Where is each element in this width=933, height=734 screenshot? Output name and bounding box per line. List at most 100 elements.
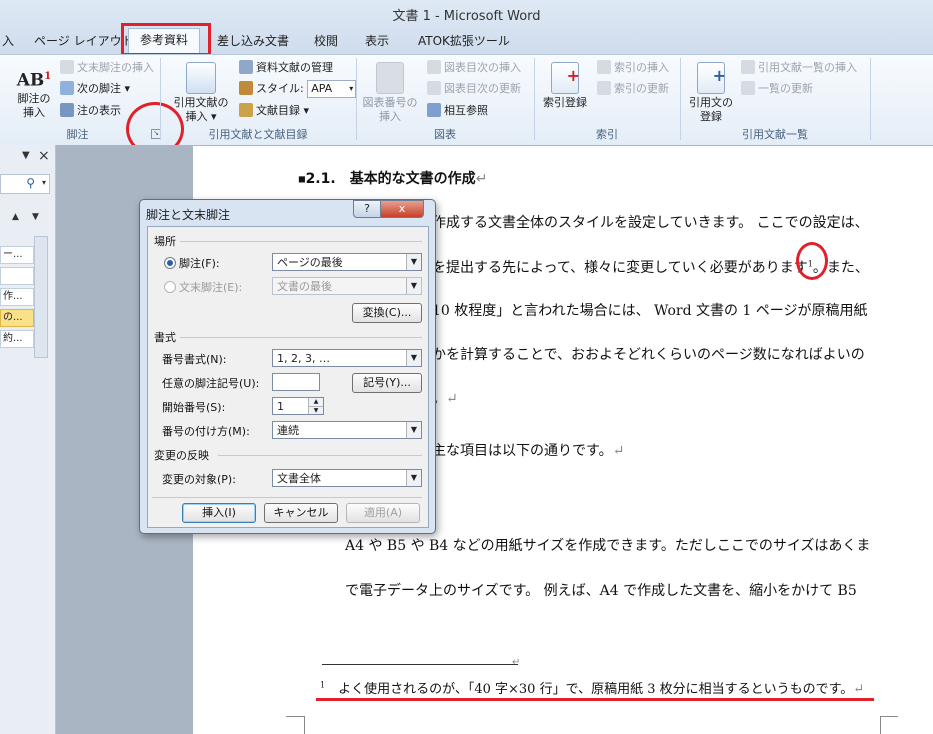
start-at-stepper[interactable]: 1 ▲ ▼	[272, 397, 324, 415]
section-heading[interactable]: ■2.1. 基本的な文書の作成↵	[298, 168, 487, 188]
custom-mark-input[interactable]	[272, 373, 320, 391]
next-footnote-icon	[60, 81, 74, 95]
table-of-authorities-icon	[741, 60, 755, 74]
section-divider	[152, 497, 422, 498]
captions-group-label: 図表	[434, 128, 456, 141]
nav-up-arrow-icon[interactable]: ▲	[12, 212, 19, 222]
section-divider	[218, 455, 422, 456]
nav-heading-item[interactable]: 作...	[0, 288, 34, 306]
manage-sources-button[interactable]: 資料文献の管理	[239, 58, 333, 78]
footnote-text[interactable]: 1 よく使用されるのが、「40 字×30 行」で、原稿用紙 3 枚分に相当すると…	[320, 678, 864, 697]
tab-view[interactable]: 表示	[355, 30, 399, 54]
footnote-ref-highlight-circle	[796, 242, 828, 280]
symbol-button[interactable]: 記号(Y)...	[352, 373, 422, 393]
apply-changes-section-label: 変更の反映	[154, 449, 209, 462]
update-table-of-authorities-button[interactable]: 一覧の更新	[741, 79, 813, 99]
bibliography-button[interactable]: 文献目録 ▾	[239, 101, 309, 121]
chevron-down-icon: ▾	[41, 178, 46, 187]
nav-down-arrow-icon[interactable]: ▼	[32, 212, 39, 222]
tab-mailings[interactable]: 差し込み文書	[207, 30, 299, 54]
dialog-body: 場所 脚注(F): ページの最後 ▼ 文末脚注(E): 文書の最後 ▼ 変換(C).…	[147, 226, 429, 528]
tab-highlight-box	[121, 23, 211, 56]
insert-table-of-figures-button[interactable]: 図表目次の挿入	[427, 58, 521, 78]
help-button[interactable]: ?	[353, 200, 381, 218]
insert-footnote-button[interactable]: AB1 脚注の 挿入	[12, 62, 56, 120]
close-button[interactable]: x	[380, 200, 424, 218]
footnote-location-select[interactable]: ページの最後 ▼	[272, 253, 422, 271]
apply-button[interactable]: 適用(A)	[346, 503, 420, 523]
chevron-down-icon: ▼	[406, 350, 421, 366]
number-format-label: 番号書式(N):	[162, 353, 227, 366]
insert-index-button[interactable]: 索引の挿入	[597, 58, 669, 78]
endnote-radio[interactable]	[164, 281, 176, 293]
chevron-down-icon[interactable]: ▼	[22, 150, 30, 161]
nav-search-input[interactable]: ⚲ ▾	[0, 174, 50, 194]
endnote-label: 文末脚注(E):	[179, 281, 243, 294]
tab-review[interactable]: 校閲	[304, 30, 348, 54]
show-notes-icon	[60, 103, 74, 117]
insert-table-of-authorities-button[interactable]: 引用文献一覧の挿入	[741, 58, 857, 78]
update-index-icon	[597, 81, 611, 95]
stepper-up-icon[interactable]: ▲	[308, 398, 323, 406]
show-notes-button[interactable]: 注の表示	[60, 101, 121, 121]
dialog-title: 脚注と文末脚注	[146, 208, 231, 222]
close-icon[interactable]: ×	[38, 148, 50, 164]
citation-style-select[interactable]: APA ▾	[307, 80, 357, 98]
chevron-down-icon: ▼	[406, 254, 421, 270]
endnote-icon	[60, 60, 74, 74]
nav-heading-item[interactable]: ー...	[0, 246, 34, 264]
nav-scrollbar[interactable]	[34, 236, 48, 358]
cross-reference-button[interactable]: 相互参照	[427, 101, 488, 121]
update-table-of-figures-button[interactable]: 図表目次の更新	[427, 79, 521, 99]
chevron-down-icon: ▾	[349, 84, 354, 93]
stepper-down-icon[interactable]: ▼	[308, 406, 323, 414]
caption-icon	[376, 62, 404, 94]
update-index-button[interactable]: 索引の更新	[597, 79, 669, 99]
next-footnote-button[interactable]: 次の脚注 ▾	[60, 79, 130, 99]
mark-citation-icon: +	[697, 62, 726, 94]
nav-heading-item[interactable]	[0, 267, 34, 285]
apply-to-label: 変更の対象(P):	[162, 473, 236, 486]
citation-style-row: スタイル: APA ▾	[239, 79, 357, 99]
location-section-label: 場所	[154, 235, 176, 248]
body-line-1[interactable]: 作成する文書全体のスタイルを設定していきます。 ここでの設定は、	[432, 212, 869, 232]
chevron-down-icon: ▼	[406, 278, 421, 294]
body-line-3[interactable]: 10 枚程度」と言われた場合には、 Word 文書の 1 ページが原稿用紙	[432, 300, 868, 320]
body-line-6[interactable]: 主な項目は以下の通りです。↵	[432, 440, 624, 460]
footnote-endnote-dialog[interactable]: 脚注と文末脚注 ? x 場所 脚注(F): ページの最後 ▼ 文末脚注(E): 文…	[139, 199, 436, 534]
footnote-radio[interactable]	[164, 257, 176, 269]
chevron-down-icon: ▼	[406, 422, 421, 438]
style-icon	[239, 81, 253, 95]
authorities-group-label: 引用文献一覧	[742, 128, 808, 141]
tab-insert[interactable]: 入	[0, 30, 24, 54]
numbering-select[interactable]: 連続 ▼	[272, 421, 422, 439]
nav-heading-item-selected[interactable]: の...	[0, 309, 34, 327]
window-title: 文書 1 - Microsoft Word	[392, 9, 541, 24]
bibliography-icon	[239, 103, 253, 117]
insert-citation-button[interactable]: 引用文献の 挿入 ▾	[168, 62, 234, 124]
cross-reference-icon	[427, 103, 441, 117]
cancel-button[interactable]: キャンセル	[264, 503, 338, 523]
nav-heading-item[interactable]: 約...	[0, 330, 34, 348]
insert-endnote-button[interactable]: 文末脚注の挿入	[60, 58, 154, 78]
mark-citation-button[interactable]: + 引用文の 登録	[684, 62, 738, 124]
body-line-7[interactable]: A4 や B5 や B4 などの用紙サイズを作成できます。ただしここでのサイズは…	[345, 535, 870, 555]
footnote-highlight-underline	[316, 698, 874, 701]
endnote-location-select[interactable]: 文書の最後 ▼	[272, 277, 422, 295]
mark-entry-button[interactable]: + 索引登録	[538, 62, 592, 110]
manage-sources-icon	[239, 60, 253, 74]
body-line-8[interactable]: で電子データ上のサイズです。 例えば、A4 で作成した文書を、縮小をかけて B5	[345, 580, 857, 600]
update-authorities-icon	[741, 81, 755, 95]
body-line-4[interactable]: かを計算することで、おおよそどれくらいのページ数になればよいの	[432, 344, 865, 364]
number-format-select[interactable]: 1, 2, 3, … ▼	[272, 349, 422, 367]
chevron-down-icon: ▼	[406, 470, 421, 486]
insert-button[interactable]: 挿入(I)	[182, 503, 256, 523]
tab-atok[interactable]: ATOK拡張ツール	[408, 30, 520, 54]
convert-button[interactable]: 変換(C)...	[352, 303, 422, 323]
footnote-label: 脚注(F):	[179, 257, 220, 270]
insert-caption-button[interactable]: 図表番号の 挿入	[360, 62, 420, 124]
numbering-label: 番号の付け方(M):	[162, 425, 250, 438]
insert-index-icon	[597, 60, 611, 74]
crop-mark	[880, 716, 881, 734]
apply-to-select[interactable]: 文書全体 ▼	[272, 469, 422, 487]
